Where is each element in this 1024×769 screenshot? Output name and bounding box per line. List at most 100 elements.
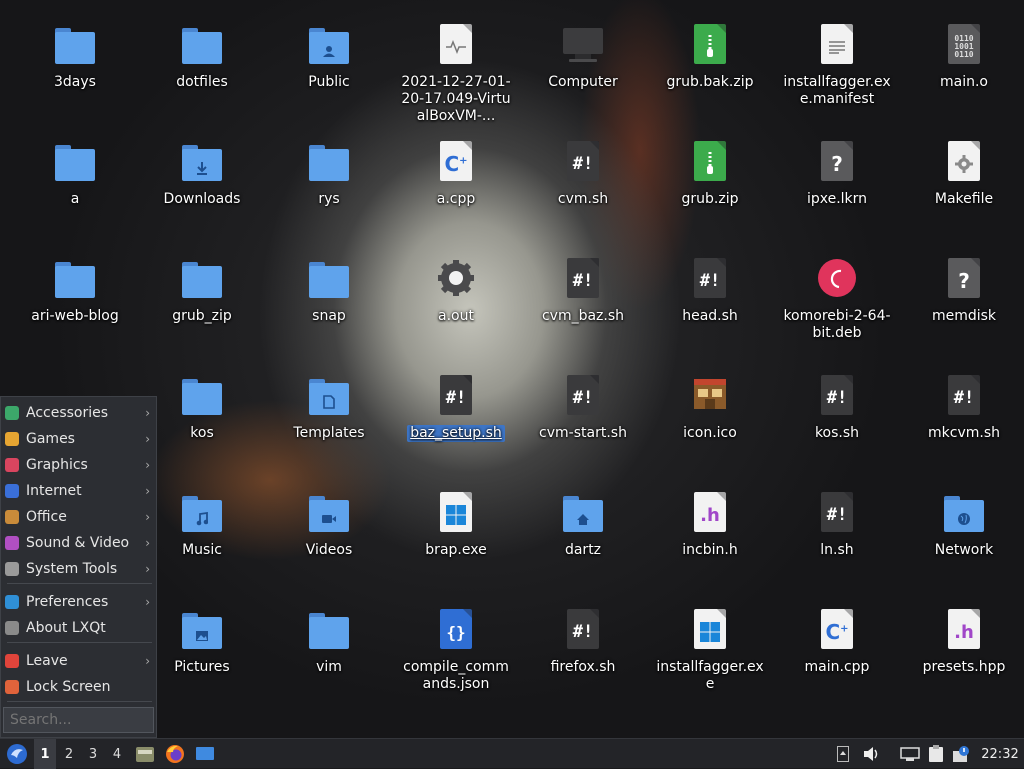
desktop-icon-network[interactable]: Network — [908, 490, 1020, 559]
desktop-icon-kos[interactable]: kos — [146, 373, 258, 442]
workspace-1[interactable]: 1 — [34, 739, 56, 769]
menu-search-input[interactable] — [3, 707, 154, 733]
volume-button[interactable] — [860, 739, 884, 769]
desktop-icon-grub-bak-zip[interactable]: grub.bak.zip — [654, 22, 766, 91]
desktop-icon-kos-sh[interactable]: #! kos.sh — [781, 373, 893, 442]
updates-button[interactable] — [950, 739, 974, 769]
firefox-launcher[interactable] — [162, 739, 188, 769]
desktop-icon-ln-sh[interactable]: #! ln.sh — [781, 490, 893, 559]
desktop-icon-snap[interactable]: snap — [273, 256, 385, 325]
desktop-icon-brap-exe[interactable]: brap.exe — [400, 490, 512, 559]
desktop-icon-presets-hpp[interactable]: .h presets.hpp — [908, 607, 1020, 676]
tray-expander[interactable] — [834, 739, 852, 769]
desktop-icon-dartz[interactable]: dartz — [527, 490, 639, 559]
desktop-icon-label: rys — [318, 191, 340, 207]
desktop-icon-templates[interactable]: Templates — [273, 373, 385, 442]
desktop-icon-firefox-sh[interactable]: #! firefox.sh — [527, 607, 639, 676]
menu-item-label: Graphics — [26, 457, 88, 473]
zip-file-icon — [688, 141, 732, 185]
menu-item-lock-screen[interactable]: Lock Screen — [1, 675, 158, 699]
desktop-icon-a-out[interactable]: a.out — [400, 256, 512, 325]
json-file-icon: {} — [434, 609, 478, 653]
desktop-icon-installfagger-exe[interactable]: installfagger.exe — [654, 607, 766, 693]
desktop-icon-mkcvm-sh[interactable]: #! mkcvm.sh — [908, 373, 1020, 442]
desktop-icon-main-o[interactable]: 0110 1001 0110 main.o — [908, 22, 1020, 91]
folder-icon — [307, 609, 351, 653]
desktop-icon-a-cpp[interactable]: C+ a.cpp — [400, 139, 512, 208]
file-manager-launcher[interactable] — [133, 739, 157, 769]
desktop-icon-icon-ico[interactable]: icon.ico — [654, 373, 766, 442]
desktop-icon-installfagger-exe-manifest[interactable]: installfagger.exe.manifest — [781, 22, 893, 108]
desktop-icon-label: main.o — [940, 74, 988, 90]
desktop-icon-main-cpp[interactable]: C+ main.cpp — [781, 607, 893, 676]
desktop-icon-makefile[interactable]: Makefile — [908, 139, 1020, 208]
desktop-icon-public[interactable]: Public — [273, 22, 385, 91]
menu-item-games[interactable]: Games › — [1, 427, 158, 451]
desktop-icon-komorebi-2-64-bit-deb[interactable]: komorebi-2-64-bit.deb — [781, 256, 893, 342]
workspace-3[interactable]: 3 — [82, 739, 104, 769]
shell-file-icon: #! — [561, 375, 605, 419]
desktop-icon-3days[interactable]: 3days — [19, 22, 131, 91]
desktop-icon-label: installfagger.exe.manifest — [783, 74, 891, 107]
menu-item-system-tools[interactable]: System Tools › — [1, 557, 158, 581]
desktop-icon-cvm-sh[interactable]: #! cvm.sh — [527, 139, 639, 208]
header-file-icon: .h — [942, 609, 986, 653]
desktop-icon-baz-setup-sh[interactable]: #! baz_setup.sh — [400, 373, 512, 442]
clock[interactable]: 22:32 — [980, 739, 1020, 769]
submenu-arrow-icon: › — [145, 484, 150, 498]
internet-icon — [5, 484, 19, 498]
menu-item-office[interactable]: Office › — [1, 505, 158, 529]
menu-item-about-lxqt[interactable]: About LXQt — [1, 616, 158, 640]
menu-item-internet[interactable]: Internet › — [1, 479, 158, 503]
submenu-arrow-icon: › — [145, 458, 150, 472]
desktop-icon-grub-zip[interactable]: grub.zip — [654, 139, 766, 208]
file-manager-icon — [136, 747, 154, 762]
system-tools-icon — [5, 562, 19, 576]
desktop-icon-videos[interactable]: Videos — [273, 490, 385, 559]
desktop-icon-cvm-baz-sh[interactable]: #! cvm_baz.sh — [527, 256, 639, 325]
shell-file-icon: #! — [688, 258, 732, 302]
network-button[interactable] — [898, 739, 922, 769]
desktop-icon-dotfiles[interactable]: dotfiles — [146, 22, 258, 91]
desktop-icon-a[interactable]: a — [19, 139, 131, 208]
debian-package-icon — [815, 258, 859, 302]
desktop-icon-ari-web-blog[interactable]: ari-web-blog — [19, 256, 131, 325]
menu-item-preferences[interactable]: Preferences › — [1, 590, 158, 614]
desktop-icon-downloads[interactable]: Downloads — [146, 139, 258, 208]
menu-separator — [7, 701, 152, 702]
menu-item-accessories[interactable]: Accessories › — [1, 401, 158, 425]
desktop-icon-incbin-h[interactable]: .h incbin.h — [654, 490, 766, 559]
show-desktop-button[interactable] — [192, 739, 218, 769]
desktop-icon-pictures[interactable]: Pictures — [146, 607, 258, 676]
desktop-icon-vim[interactable]: vim — [273, 607, 385, 676]
desktop-icon-rys[interactable]: rys — [273, 139, 385, 208]
desktop-icon-computer[interactable]: Computer — [527, 22, 639, 91]
desktop-icon-head-sh[interactable]: #! head.sh — [654, 256, 766, 325]
folder-icon — [180, 375, 224, 419]
desktop-icon-label: Public — [308, 74, 350, 90]
workspace-2[interactable]: 2 — [58, 739, 80, 769]
menu-separator — [7, 642, 152, 643]
question-file-icon: ? — [815, 141, 859, 185]
desktop-icon-memdisk[interactable]: ? memdisk — [908, 256, 1020, 325]
clipboard-button[interactable] — [925, 739, 947, 769]
menu-item-graphics[interactable]: Graphics › — [1, 453, 158, 477]
desktop-icon-grub-zip[interactable]: grub_zip — [146, 256, 258, 325]
start-menu: Accessories › Games › Graphics › Internet › Offi… — [0, 396, 157, 738]
desktop-icon-label: Videos — [305, 542, 353, 558]
desktop-icon-label: compile_commands.json — [403, 659, 509, 692]
desktop-icon-ipxe-lkrn[interactable]: ? ipxe.lkrn — [781, 139, 893, 208]
desktop-icon-label: Downloads — [163, 191, 241, 207]
menu-item-sound-video[interactable]: Sound & Video › — [1, 531, 158, 555]
desktop-icon-music[interactable]: Music — [146, 490, 258, 559]
show-desktop-icon — [196, 747, 214, 760]
menu-item-label: Sound & Video — [26, 535, 130, 551]
menu-item-leave[interactable]: Leave › — [1, 649, 158, 673]
desktop-icon-compile-commands-json[interactable]: {} compile_commands.json — [400, 607, 512, 693]
desktop-icon-cvm-start-sh[interactable]: #! cvm-start.sh — [527, 373, 639, 442]
desktop-icon-label: kos.sh — [814, 425, 860, 441]
desktop-icon-label: ari-web-blog — [31, 308, 119, 324]
menu-button[interactable] — [2, 739, 32, 769]
desktop-icon-2021-12-27-01-20-17-049-virtualboxvm[interactable]: 2021-12-27-01-20-17.049-VirtualBoxVM-... — [400, 22, 512, 125]
workspace-4[interactable]: 4 — [106, 739, 128, 769]
